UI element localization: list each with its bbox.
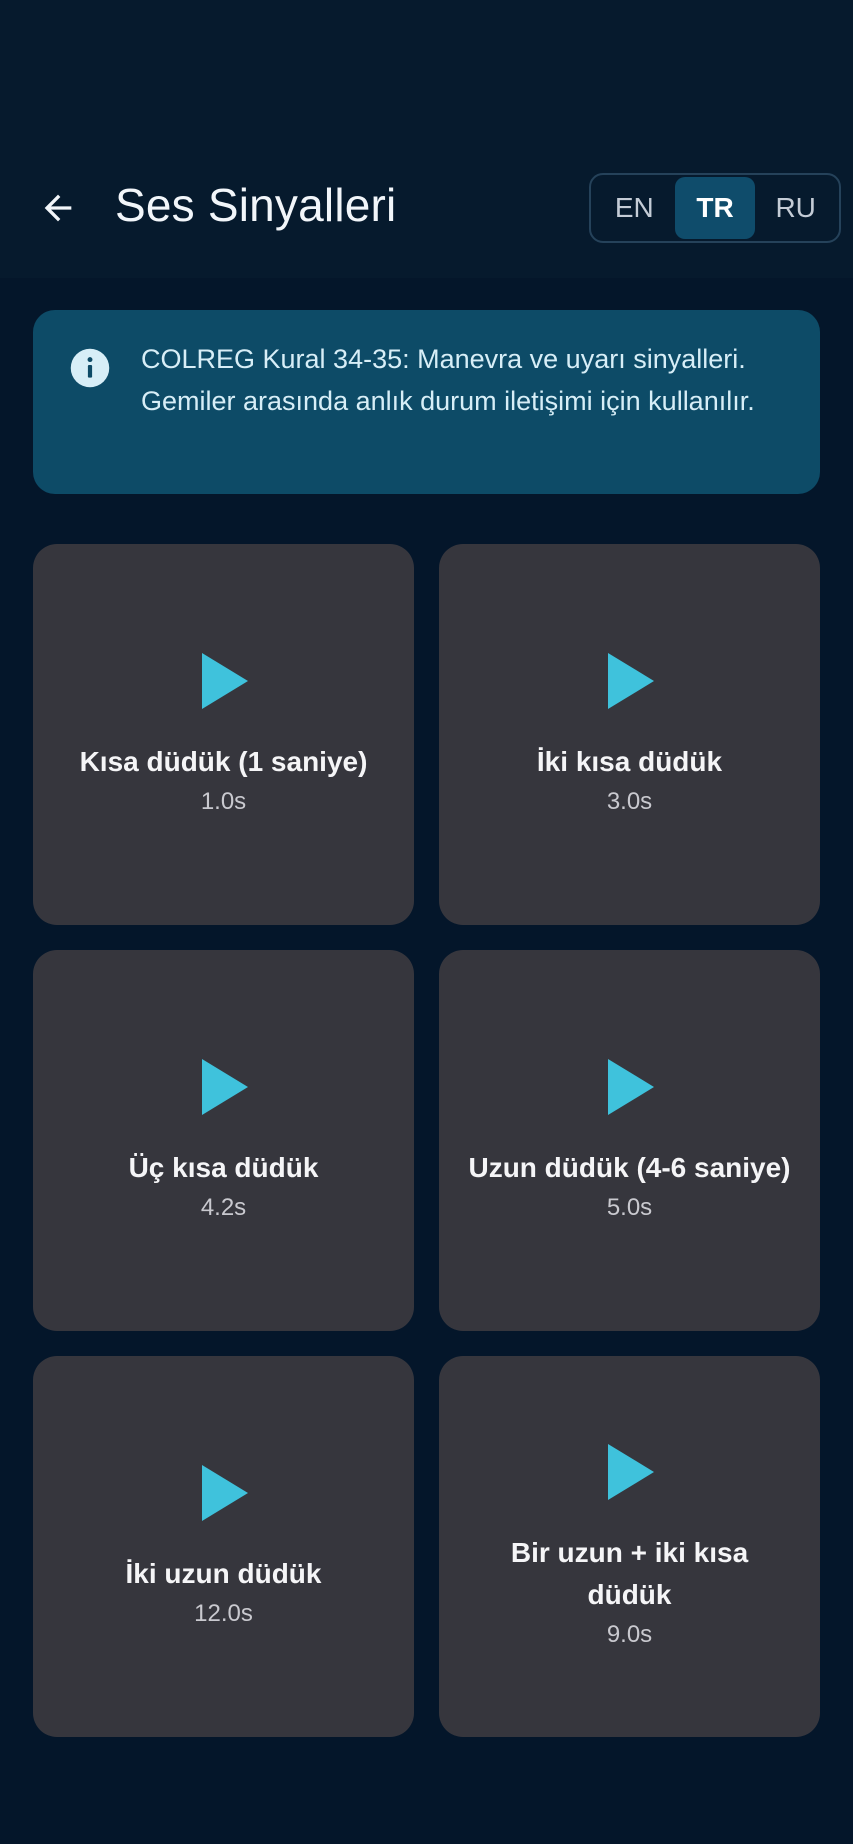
play-icon bbox=[607, 652, 654, 709]
signal-duration: 1.0s bbox=[200, 787, 247, 815]
signal-duration: 9.0s bbox=[606, 1620, 653, 1648]
signal-duration: 12.0s bbox=[194, 1599, 253, 1627]
signal-title: İki uzun düdük bbox=[125, 1557, 322, 1589]
signal-grid: Kısa düdük (1 saniye) 1.0s İki kısa düdü… bbox=[33, 544, 820, 1737]
signal-card-two-long-blasts[interactable]: İki uzun düdük 12.0s bbox=[33, 1356, 414, 1737]
play-icon bbox=[201, 652, 248, 709]
arrow-left-icon bbox=[44, 194, 72, 222]
info-icon bbox=[70, 348, 110, 388]
play-icon bbox=[201, 1058, 248, 1115]
signal-title: Kısa düdük (1 saniye) bbox=[79, 745, 368, 777]
language-toggle: EN TR RU bbox=[589, 173, 841, 243]
play-icon bbox=[607, 1058, 654, 1115]
signal-title: Üç kısa düdük bbox=[128, 1151, 319, 1183]
signal-title: Uzun düdük (4-6 saniye) bbox=[468, 1151, 791, 1183]
play-icon bbox=[201, 1464, 248, 1521]
signal-card-three-short-blasts[interactable]: Üç kısa düdük 4.2s bbox=[33, 950, 414, 1331]
signal-duration: 5.0s bbox=[606, 1193, 653, 1221]
info-text: COLREG Kural 34-35: Manevra ve uyarı sin… bbox=[141, 344, 755, 416]
signal-title: Bir uzun + iki kısa düdük bbox=[510, 1536, 749, 1610]
signal-card-one-long-two-short[interactable]: Bir uzun + iki kısa düdük 9.0s bbox=[439, 1356, 820, 1737]
signal-duration: 3.0s bbox=[606, 787, 653, 815]
signal-card-two-short-blasts[interactable]: İki kısa düdük 3.0s bbox=[439, 544, 820, 925]
play-icon bbox=[607, 1443, 654, 1500]
back-button[interactable] bbox=[30, 180, 86, 236]
lang-option-ru[interactable]: RU bbox=[755, 177, 836, 239]
lang-option-en[interactable]: EN bbox=[594, 177, 675, 239]
page-title: Ses Sinyalleri bbox=[115, 179, 397, 231]
signal-card-short-blast[interactable]: Kısa düdük (1 saniye) 1.0s bbox=[33, 544, 414, 925]
signal-card-long-blast[interactable]: Uzun düdük (4-6 saniye) 5.0s bbox=[439, 950, 820, 1331]
app-bar: Ses Sinyalleri EN TR RU bbox=[0, 0, 853, 278]
signal-duration: 4.2s bbox=[200, 1193, 247, 1221]
signal-title: İki kısa düdük bbox=[536, 745, 723, 777]
lang-option-tr[interactable]: TR bbox=[674, 177, 756, 239]
info-banner: COLREG Kural 34-35: Manevra ve uyarı sin… bbox=[33, 310, 820, 494]
